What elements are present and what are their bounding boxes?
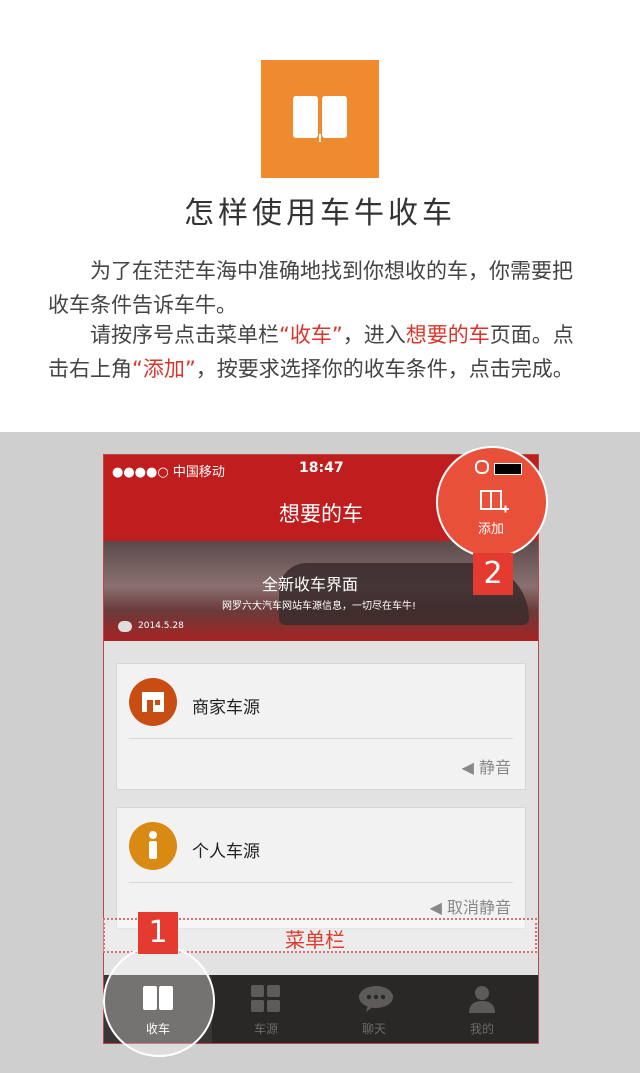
tab-label: 聊天 [361,1022,386,1036]
banner-date: 2014.5.28 [138,621,184,631]
new-badge [118,621,132,632]
divider [129,882,513,883]
intro-paragraph-2: 请按序号点击菜单栏“收车”，进入想要的车页面。点击右上角“添加”，按要求选择你的… [48,323,574,381]
banner-title: 全新收车界面 [262,575,359,594]
shop-icon [129,678,177,726]
intro-paragraph-1: 为了在茫茫车海中准确地找到你想收的车，你需要把收车条件告诉车牛。 [48,259,573,317]
lock-rotation-icon [475,460,489,474]
menu-bar-label: 菜单栏 [285,928,345,952]
step-badge-1: 1 [138,912,178,954]
battery-icon [494,463,522,475]
card-title: 商家车源 [192,698,260,718]
tab-chat[interactable]: 聊天 [320,975,428,1043]
add-book-icon [480,490,509,513]
carrier-label: ●●●●○ 中国移动 [112,465,225,480]
intro-section: 怎样使用车牛收车 为了在茫茫车海中准确地找到你想收的车，你需要把收车条件告诉车牛… [0,0,640,432]
unmute-toggle[interactable]: ◀ 取消静音 [430,894,511,918]
tab-label: 我的 [469,1022,494,1036]
source-card-dealer[interactable]: 商家车源 ◀ 静音 [116,663,526,790]
chat-bubble-icon [359,986,393,1012]
speaker-muted-icon: ◀ [429,898,447,917]
add-label: 添加 [478,522,505,537]
tab-mine[interactable]: 我的 [428,975,536,1043]
speaker-icon: ◀ [461,758,479,777]
user-icon [469,986,495,1013]
grid-icon [251,985,280,1012]
person-icon [129,822,177,870]
mute-toggle[interactable]: ◀ 静音 [462,754,511,778]
highlight-circle-receive-tab [103,945,215,1057]
page-title: 怎样使用车牛收车 [184,196,456,231]
tab-car-source[interactable]: 车源 [212,975,320,1043]
tab-label: 车源 [253,1022,278,1036]
source-card-private[interactable]: 个人车源 ◀ 取消静音 [116,807,526,929]
add-button[interactable]: 添加 [436,446,548,558]
step-badge-2: 2 [473,553,513,595]
banner-subtitle: 网罗六大汽车网站车源信息，一切尽在车牛! [222,601,417,612]
divider [129,738,513,739]
book-logo-icon [261,60,379,178]
card-title: 个人车源 [192,842,260,862]
clock: 18:47 [299,460,344,476]
